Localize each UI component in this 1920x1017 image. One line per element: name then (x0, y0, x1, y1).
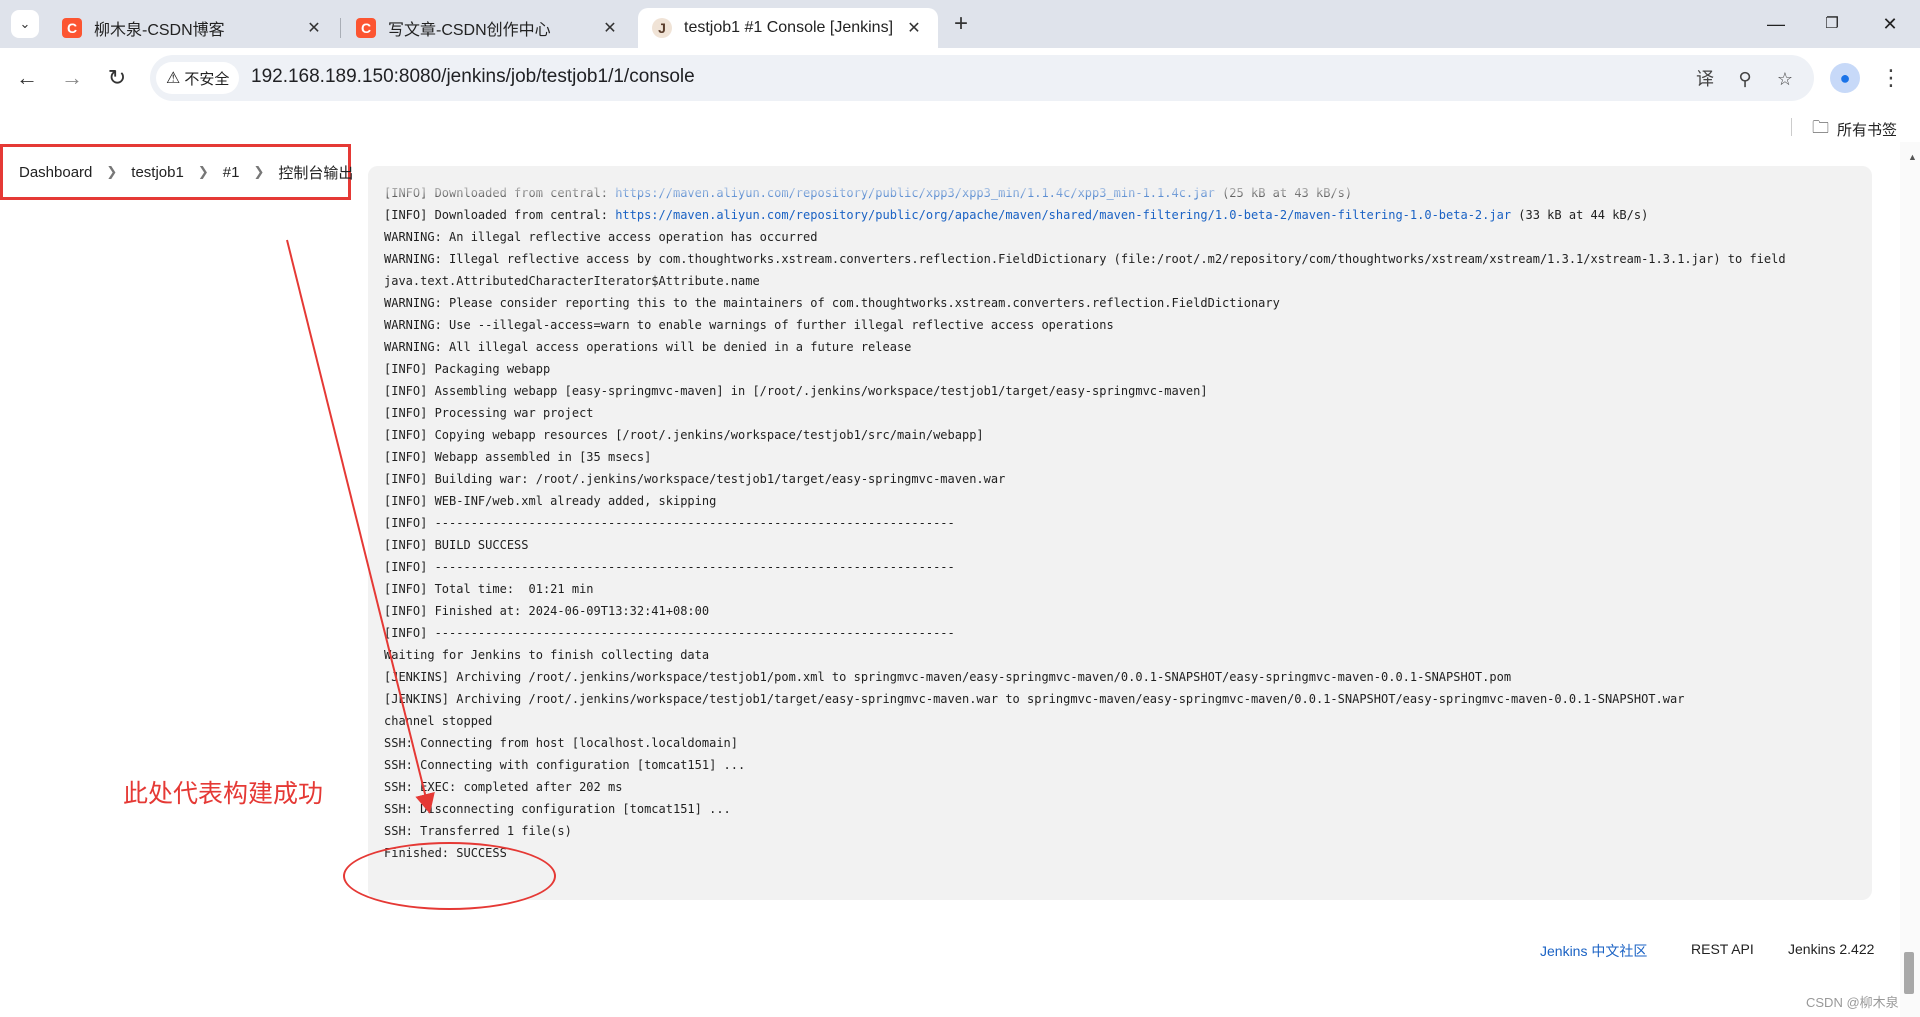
scroll-thumb[interactable] (1904, 952, 1914, 994)
menu-icon[interactable]: ⋮ (1880, 61, 1902, 95)
close-icon[interactable]: ✕ (304, 18, 324, 38)
page-scrollbar[interactable] (1900, 142, 1920, 1017)
browser-toolbar: ← → ↻ ⚠ 不安全 192.168.189.150:8080/jenkins… (0, 48, 1920, 110)
tab-strip: ⌄ C 柳木泉-CSDN博客 ✕ C 写文章-CSDN创作中心 ✕ J test… (0, 0, 1920, 48)
console-line: Finished: SUCCESS (384, 846, 507, 860)
tab-search-dropdown-icon[interactable]: ⌄ (11, 10, 39, 38)
tab-title: 柳木泉-CSDN博客 (94, 22, 225, 39)
address-bar[interactable]: ⚠ 不安全 192.168.189.150:8080/jenkins/job/t… (150, 55, 1814, 101)
restore-icon[interactable]: ❐ (1812, 8, 1852, 40)
security-chip[interactable]: ⚠ 不安全 (156, 62, 240, 94)
bookmark-star-icon[interactable]: ☆ (1772, 66, 1798, 92)
close-icon[interactable]: ✕ (904, 18, 924, 38)
warning-icon: ⚠ (166, 70, 181, 87)
all-bookmarks-label: 所有书签 (1837, 122, 1898, 139)
forward-icon[interactable]: → (55, 61, 89, 95)
folder-icon: 🗀 (1812, 118, 1829, 137)
bookmarks-separator (1791, 118, 1792, 136)
translate-icon[interactable]: 译 (1692, 66, 1718, 92)
close-icon[interactable]: ✕ (600, 18, 620, 38)
security-label: 不安全 (184, 70, 230, 88)
window-close-icon[interactable]: ✕ (1870, 8, 1910, 40)
tab-title: 写文章-CSDN创作中心 (388, 22, 551, 39)
jenkins-icon: J (652, 18, 672, 38)
profile-avatar[interactable]: ● (1830, 63, 1860, 93)
all-bookmarks-button[interactable]: 🗀 所有书签 (1812, 115, 1897, 144)
url-text[interactable]: 192.168.189.150:8080/jenkins/job/testjob… (251, 66, 695, 88)
console-link[interactable]: https://maven.aliyun.com/repository/publ… (615, 208, 1511, 222)
tab-csdn-blog[interactable]: C 柳木泉-CSDN博客 ✕ (48, 8, 338, 48)
annotation-arrow (286, 239, 435, 814)
annotation-text: 此处代表构建成功 (123, 780, 324, 808)
zoom-icon[interactable]: ⚲ (1732, 66, 1758, 92)
scroll-up-icon[interactable]: ▲ (1908, 152, 1917, 162)
jenkins-version[interactable]: Jenkins 2.422 (1788, 941, 1874, 957)
reload-icon[interactable]: ↻ (100, 61, 134, 95)
back-icon[interactable]: ← (10, 61, 44, 95)
jenkins-page: [INFO] Downloaded from central: https://… (0, 142, 1920, 1017)
tab-separator (340, 18, 341, 38)
jenkins-community-link[interactable]: Jenkins 中文社区 (1540, 941, 1647, 961)
tab-jenkins-console[interactable]: J testjob1 #1 Console [Jenkins] ✕ (638, 8, 938, 48)
watermark: CSDN @柳木泉 (1806, 995, 1899, 1010)
minimize-icon[interactable]: — (1756, 8, 1796, 40)
annotation-ellipse (343, 842, 556, 910)
csdn-icon: C (356, 18, 376, 38)
csdn-icon: C (62, 18, 82, 38)
rest-api-link[interactable]: REST API (1691, 941, 1754, 957)
tab-csdn-write[interactable]: C 写文章-CSDN创作中心 ✕ (342, 8, 634, 48)
tab-title: testjob1 #1 Console [Jenkins] (684, 19, 894, 36)
bookmarks-bar: 🗀 所有书签 (0, 110, 1920, 142)
new-tab-button[interactable]: + (948, 12, 974, 38)
